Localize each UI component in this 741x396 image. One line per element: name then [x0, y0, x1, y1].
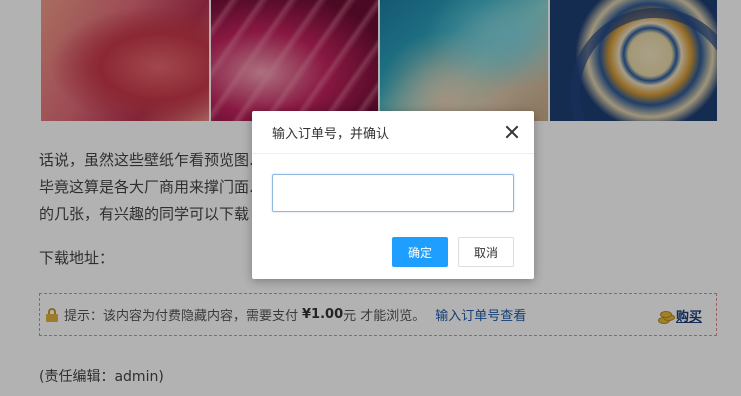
- modal-title: 输入订单号，并确认: [272, 126, 390, 142]
- close-icon[interactable]: [504, 124, 520, 140]
- modal-header: 输入订单号，并确认: [252, 111, 534, 154]
- order-modal: 输入订单号，并确认 确定 取消: [252, 111, 534, 279]
- confirm-button[interactable]: 确定: [392, 237, 448, 267]
- order-number-input[interactable]: [272, 174, 514, 212]
- cancel-button[interactable]: 取消: [458, 237, 514, 267]
